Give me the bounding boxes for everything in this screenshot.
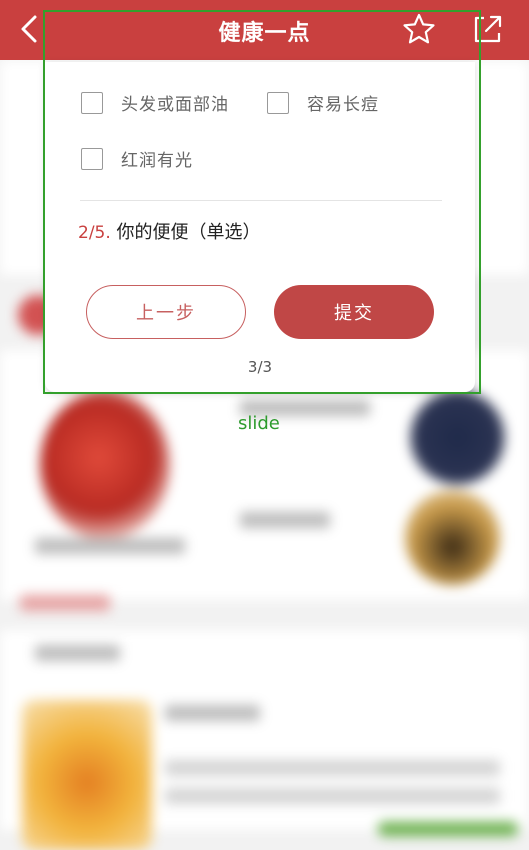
- checkbox[interactable]: [81, 147, 103, 170]
- quiz-popup: 头发或面部油 容易长痘 红润有光 2/5. 你的便便（单选） 上一步 提交 3/…: [45, 62, 475, 392]
- page-title: 健康一点: [218, 21, 311, 46]
- bg-text-line: [35, 538, 185, 554]
- bg-text-line: [20, 595, 110, 611]
- question-number: 2/5.: [78, 223, 111, 243]
- question-heading: 2/5. 你的便便（单选）: [78, 218, 261, 244]
- question-text: 你的便便（单选）: [116, 222, 261, 243]
- page-indicator: 3/3: [247, 358, 273, 376]
- option-rosy[interactable]: 红润有光: [81, 146, 193, 171]
- bg-text-line: [165, 760, 500, 776]
- divider: [80, 200, 442, 201]
- submit-button[interactable]: 提交: [274, 285, 434, 339]
- checkbox[interactable]: [81, 91, 103, 114]
- checkbox[interactable]: [267, 91, 289, 114]
- app-header: 健康一点: [0, 0, 529, 60]
- bg-food-image-1: [40, 390, 170, 540]
- option-label: 红润有光: [121, 151, 193, 171]
- option-acne[interactable]: 容易长痘: [267, 90, 379, 115]
- bg-green-button: [378, 822, 518, 836]
- bg-food-image-3: [405, 490, 500, 585]
- bg-food-image-4: [22, 700, 152, 850]
- bg-text-line: [35, 645, 120, 661]
- option-label: 头发或面部油: [121, 95, 229, 115]
- slide-annotation-label: slide: [238, 413, 280, 434]
- share-icon[interactable]: [470, 12, 504, 46]
- star-icon[interactable]: [402, 12, 436, 46]
- bg-text-line: [165, 788, 500, 804]
- option-label: 容易长痘: [307, 95, 379, 115]
- previous-step-button[interactable]: 上一步: [86, 285, 246, 339]
- option-oily[interactable]: 头发或面部油: [81, 90, 229, 115]
- bg-food-image-2: [410, 390, 505, 485]
- bg-text-line: [240, 512, 330, 528]
- bg-text-line: [165, 705, 260, 721]
